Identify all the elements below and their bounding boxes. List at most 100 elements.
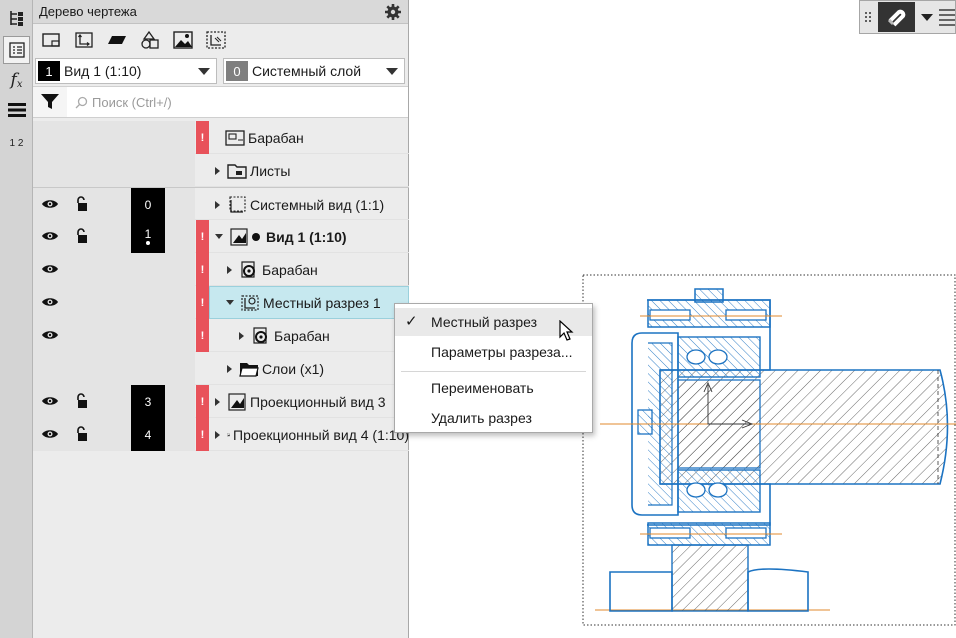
tree-item-label: Барабан <box>262 261 318 278</box>
local-section-icon[interactable] <box>202 27 230 53</box>
tree-row-selected[interactable]: ! Местный разрез 1 <box>33 286 409 319</box>
projection-view-icon <box>227 433 230 436</box>
sheet-view-icon[interactable] <box>37 27 65 53</box>
drawing-document-icon <box>225 129 245 146</box>
eye-icon[interactable] <box>41 427 59 441</box>
eye-icon[interactable] <box>41 262 59 276</box>
layers-icon[interactable] <box>3 96 30 124</box>
expand-arrow-icon[interactable] <box>227 364 232 373</box>
left-toolstrip: fx 1 2 <box>0 0 33 638</box>
expand-arrow-icon[interactable] <box>215 200 220 209</box>
menu-item-section-params[interactable]: Параметры разреза... <box>395 338 592 366</box>
tree-row[interactable]: 4 ! Проекционный вид 4 (1:10) <box>33 418 409 451</box>
tree-item-label: Барабан <box>274 327 330 344</box>
tree-row[interactable]: ! Барабан <box>33 253 409 286</box>
projection-view-icon <box>228 392 246 411</box>
numbering-icon[interactable]: 1 2 <box>3 130 30 158</box>
warning-marker: ! <box>196 253 209 286</box>
eye-icon[interactable] <box>41 229 59 243</box>
drawing-tree-panel: Дерево чертежа 1 Вид 1 (1:10) 0 Системны… <box>33 0 409 638</box>
layers-folder-icon <box>239 362 259 377</box>
expand-arrow-icon[interactable] <box>239 331 244 340</box>
view-select[interactable]: 1 Вид 1 (1:10) <box>35 58 217 84</box>
tree-item-label: Проекционный вид 3 <box>250 393 386 410</box>
tree-item-label: Проекционный вид 4 (1:10) <box>233 426 409 443</box>
variables-fx-icon[interactable]: fx <box>3 66 30 94</box>
view-layer-selectors: 1 Вид 1 (1:10) 0 Системный слой <box>33 56 408 86</box>
filter-icon[interactable] <box>33 86 67 118</box>
tree-item-label: Барабан <box>248 129 304 146</box>
collapse-arrow-icon[interactable] <box>226 300 234 305</box>
unlock-icon[interactable] <box>75 393 89 409</box>
tree-row[interactable]: Листы <box>33 154 409 187</box>
layer-select[interactable]: 0 Системный слой <box>223 58 405 84</box>
layer-number: 4 <box>131 418 165 451</box>
unlock-icon[interactable] <box>75 228 89 244</box>
tree-row[interactable]: 1 ! Вид 1 (1:10) <box>33 220 409 253</box>
gear-icon[interactable] <box>384 3 402 21</box>
tree-item-label: Местный разрез 1 <box>263 294 381 311</box>
menu-item-delete-section[interactable]: Удалить разрез <box>395 404 592 432</box>
folder-icon <box>227 163 247 179</box>
menu-separator <box>401 371 586 372</box>
tree-row[interactable]: ! Барабан <box>33 121 409 154</box>
drawing-tree: ! Барабан Листы 0 Системный вид (1:1) 1 … <box>33 121 409 451</box>
warning-marker: ! <box>196 286 209 319</box>
warning-marker: ! <box>196 385 209 418</box>
tree-item-label: Вид 1 (1:10) <box>266 228 347 245</box>
tree-item-label: Системный вид (1:1) <box>250 196 385 213</box>
search-placeholder: Поиск (Ctrl+/) <box>92 94 172 110</box>
layer-select-value: Системный слой <box>252 63 362 79</box>
check-icon: ✓ <box>405 313 418 330</box>
tree-icon[interactable] <box>3 4 30 32</box>
layer-number: 1 <box>131 220 165 253</box>
view-number-badge: 1 <box>38 61 60 81</box>
tree-row[interactable]: ! Барабан <box>33 319 409 352</box>
local-section-icon <box>241 294 259 311</box>
warning-marker: ! <box>196 418 209 451</box>
context-menu: ✓ Местный разрез Параметры разреза... Пе… <box>394 303 593 433</box>
panel-title-bar: Дерево чертежа <box>33 0 408 24</box>
eye-icon[interactable] <box>41 328 59 342</box>
view-icon <box>230 227 248 246</box>
system-view-icon <box>229 195 246 213</box>
view-select-value: Вид 1 (1:10) <box>64 63 142 79</box>
shapes-icon[interactable] <box>136 27 164 53</box>
chevron-down-icon[interactable] <box>386 68 398 75</box>
current-view-bullet <box>252 232 260 241</box>
tree-row[interactable]: Слои (x1) <box>33 352 409 385</box>
active-dot <box>146 241 150 245</box>
image-icon[interactable] <box>169 27 197 53</box>
warning-marker: ! <box>196 319 209 352</box>
eye-icon[interactable] <box>41 295 59 309</box>
layer-plane-icon[interactable] <box>103 27 131 53</box>
warning-marker: ! <box>196 121 209 154</box>
layer-number: 3 <box>131 385 165 418</box>
menu-item-rename[interactable]: Переименовать <box>395 374 592 402</box>
mouse-cursor-icon <box>559 320 574 341</box>
tree-row[interactable]: 0 Системный вид (1:1) <box>33 187 409 221</box>
chevron-down-icon[interactable] <box>198 68 210 75</box>
layer-number: 0 <box>131 188 165 221</box>
search-row: Поиск (Ctrl+/) <box>33 86 408 118</box>
tree-item-label: Слои (x1) <box>262 360 325 377</box>
collapse-arrow-icon[interactable] <box>215 234 223 239</box>
layer-number-badge: 0 <box>226 61 248 81</box>
search-icon <box>75 96 88 108</box>
eye-icon[interactable] <box>41 197 59 211</box>
tree-row[interactable]: 3 ! Проекционный вид 3 <box>33 385 409 418</box>
assembly-icon <box>253 326 267 344</box>
panel-title: Дерево чертежа <box>39 4 137 19</box>
search-input[interactable]: Поиск (Ctrl+/) <box>67 87 408 117</box>
expand-arrow-icon[interactable] <box>215 166 220 175</box>
expand-arrow-icon[interactable] <box>215 397 220 406</box>
tree-toolbar <box>33 24 408 56</box>
eye-icon[interactable] <box>41 394 59 408</box>
unlock-icon[interactable] <box>75 196 89 212</box>
properties-icon[interactable] <box>3 36 30 64</box>
warning-marker: ! <box>196 220 209 253</box>
view-axes-icon[interactable] <box>70 27 98 53</box>
expand-arrow-icon[interactable] <box>227 265 232 274</box>
unlock-icon[interactable] <box>75 426 89 442</box>
expand-arrow-icon[interactable] <box>215 430 220 439</box>
